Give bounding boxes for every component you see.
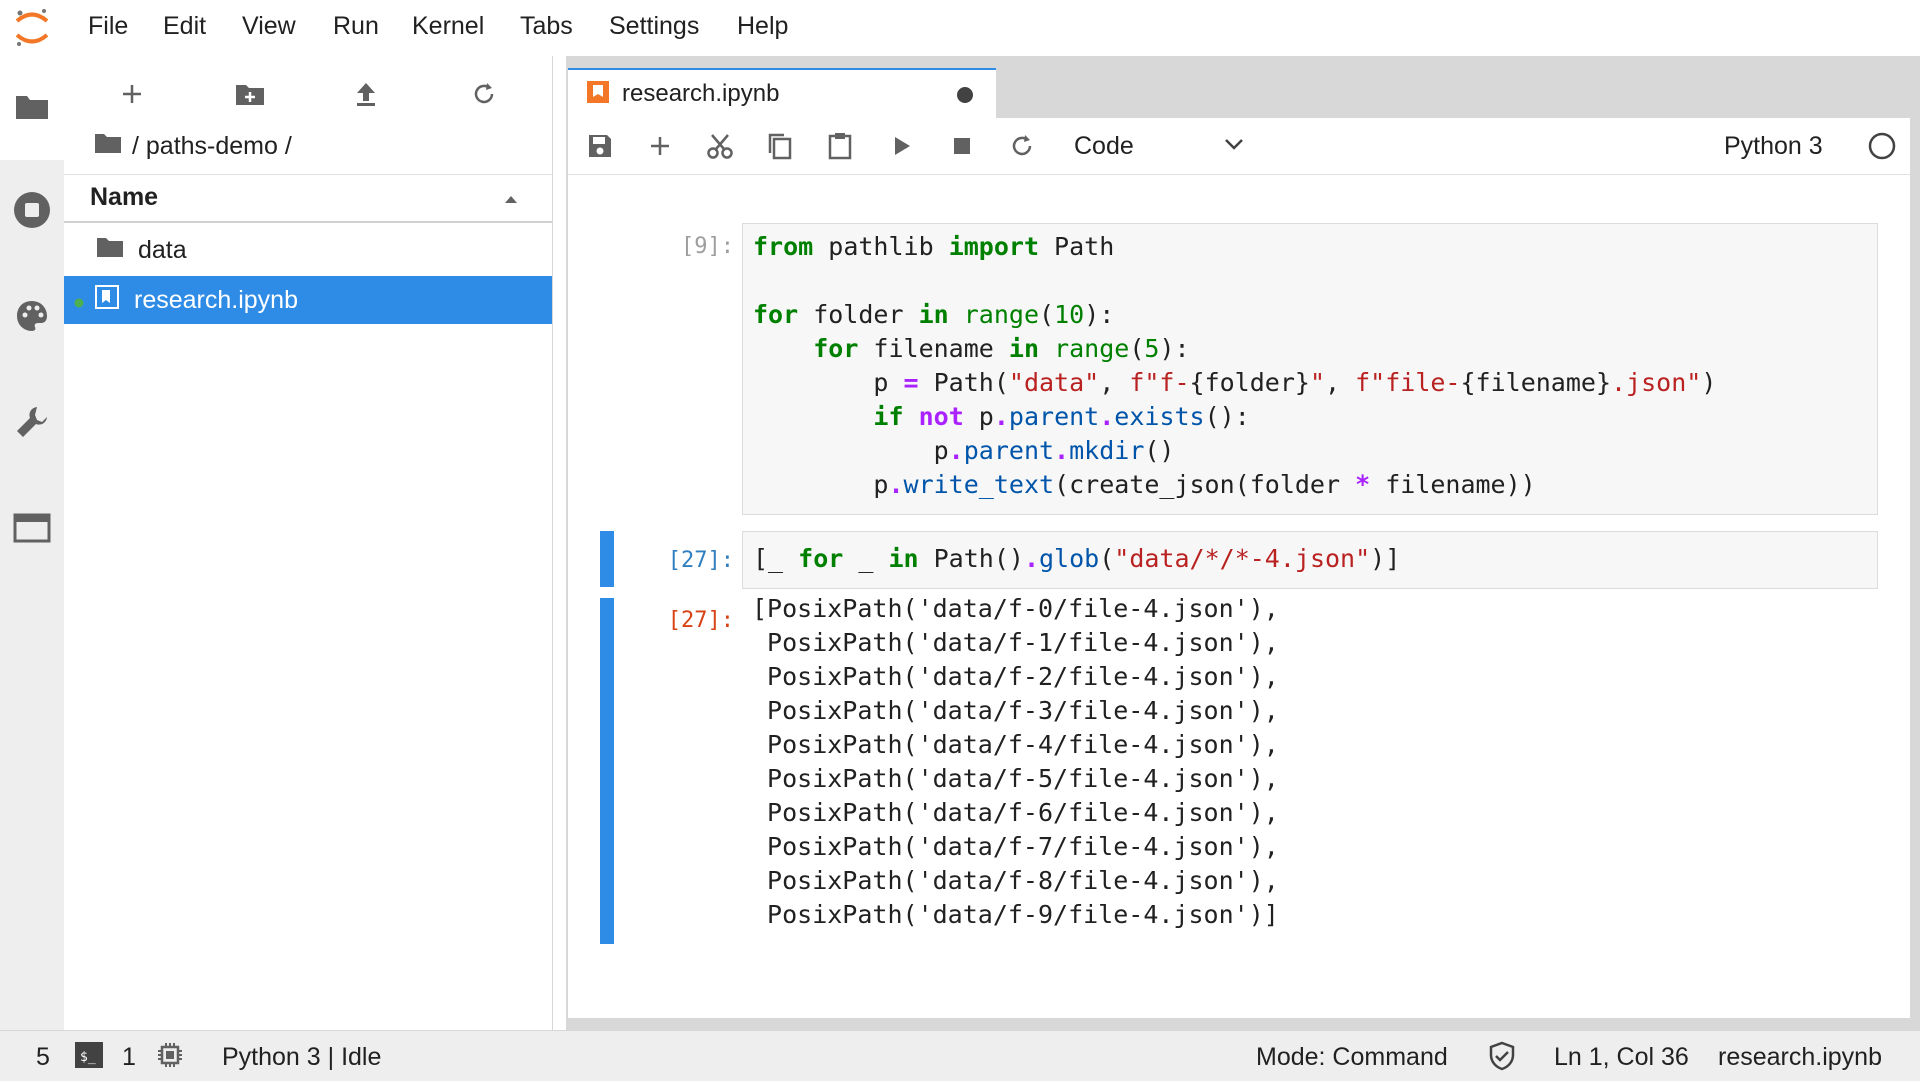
restart-icon[interactable] bbox=[1004, 128, 1040, 164]
svg-text:$_: $_ bbox=[80, 1050, 96, 1065]
tab-title: research.ipynb bbox=[622, 80, 780, 107]
menu-kernel[interactable]: Kernel bbox=[412, 12, 484, 41]
home-folder-icon[interactable] bbox=[94, 132, 122, 161]
new-folder-button[interactable] bbox=[230, 74, 270, 114]
menu-view[interactable]: View bbox=[242, 12, 296, 41]
main-dock: research.ipynb Code Python 3 [9]: from p… bbox=[566, 56, 1920, 1030]
new-launcher-button[interactable] bbox=[112, 74, 152, 114]
menu-help[interactable]: Help bbox=[737, 12, 788, 41]
status-count[interactable]: 5 bbox=[36, 1043, 50, 1072]
output-prompt: [27]: bbox=[667, 608, 734, 633]
cell-output: [PosixPath('data/f-0/file-4.json'), Posi… bbox=[752, 594, 1279, 929]
tabs-icon[interactable] bbox=[12, 508, 52, 548]
cursor-position[interactable]: Ln 1, Col 36 bbox=[1554, 1043, 1689, 1072]
running-icon[interactable] bbox=[12, 190, 52, 230]
wrench-icon[interactable] bbox=[12, 402, 52, 442]
upload-button[interactable] bbox=[346, 74, 386, 114]
copy-icon[interactable] bbox=[762, 128, 798, 164]
file-item-research[interactable]: research.ipynb bbox=[64, 276, 552, 324]
notebook-toolbar: Code Python 3 bbox=[568, 118, 1910, 175]
menu-file[interactable]: File bbox=[88, 12, 128, 41]
file-item-data[interactable]: data bbox=[64, 226, 552, 274]
notebook-mode[interactable]: Mode: Command bbox=[1256, 1043, 1448, 1072]
output-collapser[interactable] bbox=[600, 598, 614, 944]
refresh-icon[interactable] bbox=[464, 74, 504, 114]
column-name-header[interactable]: Name bbox=[90, 183, 158, 212]
kernel-status-icon bbox=[1868, 132, 1896, 165]
cpu-chip-icon bbox=[156, 1041, 184, 1076]
run-icon[interactable] bbox=[884, 128, 920, 164]
kernel-name[interactable]: Python 3 bbox=[1724, 132, 1823, 161]
status-filename: research.ipynb bbox=[1718, 1043, 1882, 1071]
activity-bar bbox=[0, 56, 65, 1030]
cell-prompt: [9]: bbox=[681, 234, 734, 259]
chevron-down-icon bbox=[1224, 137, 1244, 155]
unsaved-dot-icon[interactable] bbox=[956, 86, 974, 109]
add-cell-icon[interactable] bbox=[642, 128, 678, 164]
notebook-icon bbox=[586, 80, 622, 109]
code-cell[interactable]: from pathlib import Path for folder in r… bbox=[742, 223, 1878, 515]
breadcrumb-path[interactable]: / paths-demo / bbox=[132, 132, 292, 161]
cell-source: from pathlib import Path for folder in r… bbox=[753, 232, 1717, 499]
stop-icon[interactable] bbox=[944, 128, 980, 164]
code-cell[interactable]: [_ for _ in Path().glob("data/*/*-4.json… bbox=[742, 531, 1878, 589]
menu-edit[interactable]: Edit bbox=[163, 12, 206, 41]
menu-run[interactable]: Run bbox=[333, 12, 379, 41]
folder-icon[interactable] bbox=[12, 86, 52, 126]
menu-tabs[interactable]: Tabs bbox=[520, 12, 573, 41]
cell-collapser[interactable] bbox=[600, 531, 614, 587]
save-icon[interactable] bbox=[582, 128, 618, 164]
terminal-icon[interactable]: $_ bbox=[74, 1041, 104, 1076]
cell-source: [_ for _ in Path().glob("data/*/*-4.json… bbox=[753, 544, 1401, 573]
cell-type-select[interactable]: Code bbox=[1074, 126, 1244, 166]
jupyter-logo-icon bbox=[12, 6, 52, 50]
cut-icon[interactable] bbox=[702, 128, 738, 164]
file-list-header[interactable]: Name bbox=[64, 174, 552, 223]
tab-research[interactable]: research.ipynb bbox=[568, 68, 996, 118]
terminal-count[interactable]: 1 bbox=[122, 1043, 136, 1072]
cell-prompt: [27]: bbox=[667, 548, 734, 573]
palette-icon[interactable] bbox=[12, 296, 52, 336]
menu-settings[interactable]: Settings bbox=[609, 12, 699, 41]
notebook-panel: Code Python 3 [9]: from pathlib import P… bbox=[568, 118, 1910, 1018]
paste-icon[interactable] bbox=[822, 128, 858, 164]
shield-check-icon[interactable] bbox=[1488, 1041, 1516, 1078]
file-item-label: data bbox=[138, 235, 187, 264]
running-dot-icon bbox=[74, 286, 94, 315]
status-bar: 5 $_ 1 Python 3 | Idle Mode: Command Ln … bbox=[0, 1030, 1920, 1081]
notebook-icon bbox=[94, 284, 134, 317]
cell-type-value: Code bbox=[1074, 131, 1134, 160]
file-item-label: research.ipynb bbox=[134, 285, 298, 314]
sort-caret-icon bbox=[504, 191, 518, 209]
menu-bar: File Edit View Run Kernel Tabs Settings … bbox=[0, 0, 1920, 56]
kernel-status[interactable]: Python 3 | Idle bbox=[222, 1043, 381, 1072]
breadcrumb: / paths-demo / bbox=[94, 132, 292, 161]
file-browser: / paths-demo / Name data research.ipynb bbox=[64, 56, 553, 1030]
folder-icon bbox=[96, 236, 138, 265]
